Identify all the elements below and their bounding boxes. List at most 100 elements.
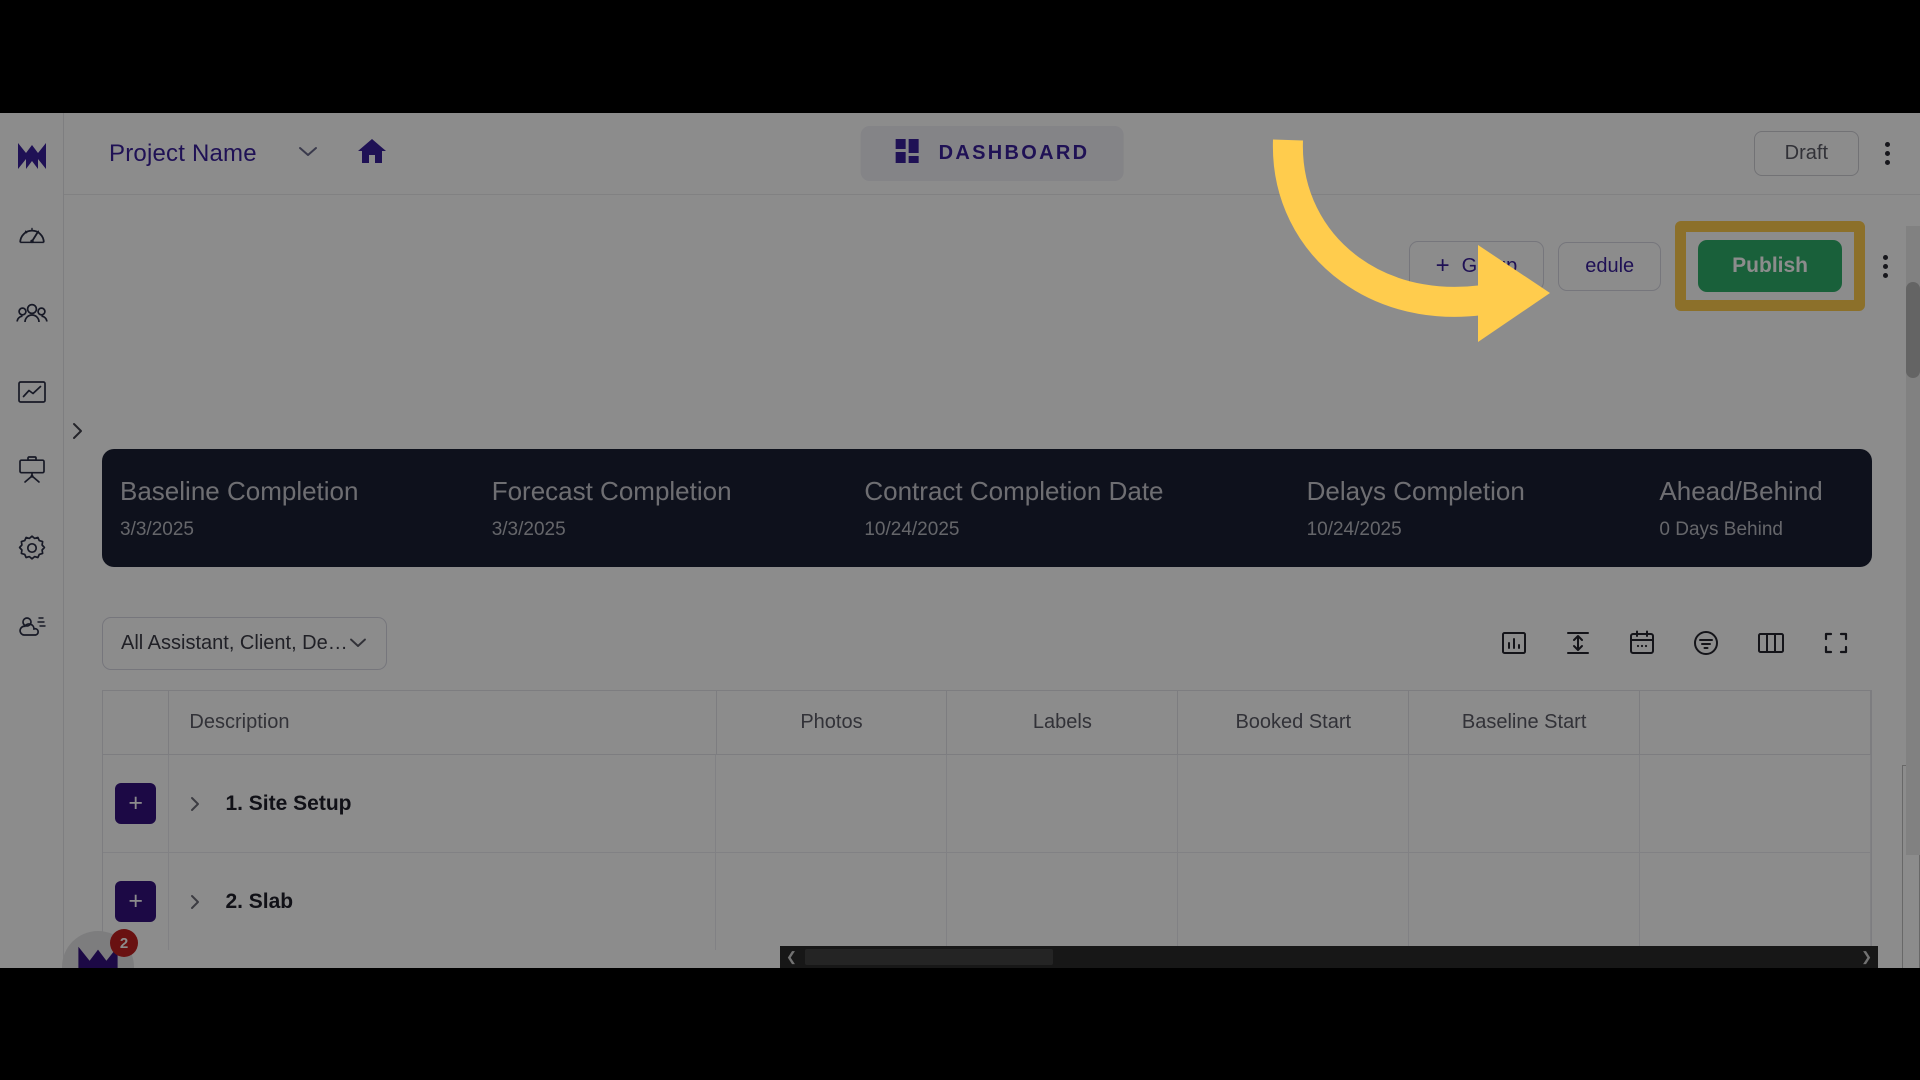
scroll-left-arrow-icon[interactable]: ❮: [780, 949, 803, 965]
project-selector[interactable]: Project Name: [109, 140, 319, 168]
people-icon: [15, 301, 48, 327]
chevron-down-icon: [297, 144, 319, 163]
add-task-button[interactable]: +: [115, 783, 157, 824]
table-header-photos[interactable]: Photos: [717, 691, 948, 754]
stat-value: 10/24/2025: [864, 518, 960, 540]
table-header-labels[interactable]: Labels: [947, 691, 1179, 754]
chat-unread-badge: 2: [110, 929, 138, 957]
table-cell-add: +: [103, 755, 170, 852]
chevron-down-icon: [348, 632, 368, 655]
sidebar-item-dashboard[interactable]: [10, 214, 54, 258]
topbar-right-group: Draft: [1753, 131, 1894, 176]
completion-stats-bar: Baseline Completion 3/3/2025 Forecast Co…: [102, 449, 1872, 567]
left-icon-rail: [0, 113, 64, 968]
stat-title: Contract Completion Date: [864, 475, 1164, 506]
table-header-next[interactable]: [1640, 691, 1871, 754]
table-header-description[interactable]: Description: [169, 691, 717, 754]
stat-value: 3/3/2025: [491, 518, 566, 540]
view-tools: [1500, 629, 1850, 657]
expand-row-icon[interactable]: [187, 794, 203, 814]
page-vertical-scrollbar[interactable]: [1906, 226, 1920, 855]
table-cell-baseline-start[interactable]: [1409, 853, 1641, 950]
table-row[interactable]: + 2. Slab: [103, 853, 1871, 950]
table-cell-booked-start[interactable]: [1178, 755, 1410, 852]
plus-icon: +: [1435, 252, 1450, 279]
page-vertical-scroll-thumb[interactable]: [1906, 282, 1920, 378]
schedule-button[interactable]: edule: [1558, 241, 1662, 291]
stat-forecast-completion: Forecast Completion 3/3/2025: [476, 476, 849, 541]
home-icon: [357, 137, 387, 170]
rail-expand-button[interactable]: [64, 413, 90, 453]
row-title: 2. Slab: [225, 889, 294, 913]
table-cell-baseline-start[interactable]: [1409, 755, 1641, 852]
table-horizontal-scrollbar[interactable]: ❮ ❯: [780, 946, 1878, 968]
table-header-booked-start[interactable]: Booked Start: [1178, 691, 1410, 754]
presentation-board-icon: [17, 455, 47, 485]
filter-icon[interactable]: [1692, 629, 1720, 657]
stat-title: Forecast Completion: [491, 475, 732, 506]
stat-value: 10/24/2025: [1306, 518, 1402, 540]
row-height-icon[interactable]: [1564, 629, 1592, 657]
add-group-button[interactable]: + Group: [1408, 241, 1545, 291]
dashboard-tab[interactable]: DASHBOARD: [860, 126, 1124, 181]
chart-icon: [17, 379, 47, 405]
table-cell-photos[interactable]: [716, 755, 948, 852]
grid-icon: [895, 138, 921, 169]
table-cell-description: 2. Slab: [169, 853, 717, 950]
stat-value: 3/3/2025: [120, 518, 194, 540]
action-toolbar: + Group edule Publish: [1408, 221, 1892, 311]
add-task-button[interactable]: +: [115, 881, 157, 922]
schedule-table: Description Photos Labels Booked Start B…: [102, 690, 1872, 950]
columns-icon[interactable]: [1756, 629, 1786, 657]
table-cell-photos[interactable]: [716, 853, 948, 950]
gauge-icon: [17, 221, 47, 251]
table-cell-description: 1. Site Setup: [169, 755, 717, 852]
scroll-right-arrow-icon[interactable]: ❯: [1855, 949, 1878, 965]
schedule-label: edule: [1585, 254, 1635, 277]
chat-widget-button[interactable]: 2: [62, 929, 138, 968]
table-header-add: [103, 691, 170, 754]
publish-button[interactable]: Publish: [1698, 240, 1842, 292]
stat-title: Ahead/Behind: [1659, 475, 1823, 506]
stat-value: 0 Days Behind: [1659, 518, 1783, 540]
status-badge-draft[interactable]: Draft: [1753, 131, 1859, 176]
publish-highlight-box: Publish: [1675, 221, 1865, 311]
stat-delays-completion: Delays Completion 10/24/2025: [1291, 476, 1644, 541]
sidebar-item-reports[interactable]: [10, 370, 54, 414]
row-title: 1. Site Setup: [225, 791, 352, 815]
gear-icon: [17, 533, 47, 563]
table-horizontal-scroll-thumb[interactable]: [804, 949, 1053, 965]
table-cell-next[interactable]: [1640, 755, 1871, 852]
project-name-label: Project Name: [109, 139, 257, 167]
table-cell-booked-start[interactable]: [1178, 853, 1410, 950]
resource-filter-select[interactable]: All Assistant, Client, De…: [102, 616, 387, 670]
table-header-baseline-start[interactable]: Baseline Start: [1409, 691, 1641, 754]
sidebar-item-settings[interactable]: [10, 526, 54, 570]
table-row[interactable]: + 1. Site Setup: [103, 755, 1871, 853]
weather-cloud-icon: [16, 613, 48, 639]
m-logo-icon: [16, 141, 48, 176]
stat-contract-completion-date: Contract Completion Date 10/24/2025: [848, 476, 1290, 541]
home-button[interactable]: [357, 137, 387, 170]
table-header-row: Description Photos Labels Booked Start B…: [103, 691, 1871, 755]
filter-toolbar: All Assistant, Client, De…: [102, 608, 1872, 678]
table-cell-next[interactable]: [1640, 853, 1871, 950]
stat-baseline-completion: Baseline Completion 3/3/2025: [102, 476, 476, 541]
screenshot-viewport: Project Name DASHBOARD Draft + Group edu…: [0, 0, 1920, 1080]
expand-row-icon[interactable]: [187, 892, 203, 912]
application-window: Project Name DASHBOARD Draft + Group edu…: [0, 113, 1920, 968]
sidebar-item-presentation[interactable]: [10, 448, 54, 492]
bar-chart-icon[interactable]: [1500, 629, 1528, 657]
fullscreen-icon[interactable]: [1822, 629, 1850, 657]
add-group-label: Group: [1461, 254, 1518, 277]
calendar-icon[interactable]: [1628, 629, 1656, 657]
dashboard-tab-label: DASHBOARD: [938, 142, 1090, 164]
table-cell-labels[interactable]: [947, 755, 1179, 852]
kebab-menu-icon[interactable]: [1879, 251, 1892, 282]
kebab-menu-icon[interactable]: [1881, 138, 1894, 169]
stat-ahead-behind: Ahead/Behind 0 Days Behind: [1643, 476, 1872, 541]
resource-filter-value: All Assistant, Client, De…: [121, 631, 348, 654]
sidebar-item-weather[interactable]: [10, 604, 54, 648]
sidebar-item-team[interactable]: [10, 292, 54, 336]
table-cell-labels[interactable]: [947, 853, 1179, 950]
